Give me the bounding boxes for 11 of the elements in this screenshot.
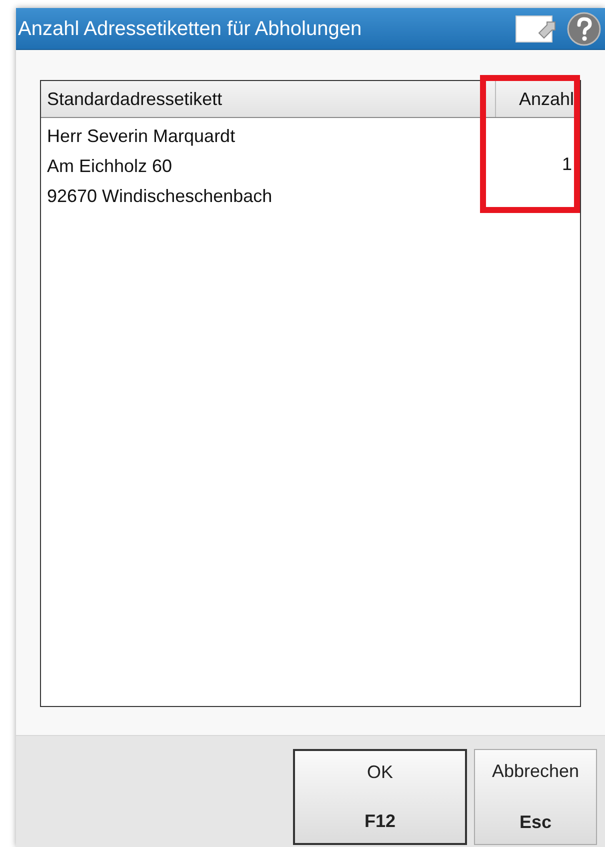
- address-line: 92670 Windischeschenbach: [47, 185, 274, 208]
- address-line: Am Eichholz 60: [47, 155, 174, 178]
- window-export-icon[interactable]: [515, 12, 557, 44]
- count-cell-text: 1: [562, 153, 572, 176]
- address-line: Herr Severin Marquardt: [47, 125, 236, 148]
- column-header[interactable]: Anzahl: [496, 81, 580, 117]
- ok-button[interactable]: OK F12: [293, 749, 467, 845]
- help-icon[interactable]: [567, 12, 601, 46]
- column-header[interactable]: Standardadressetikett: [41, 81, 496, 117]
- cancel-button[interactable]: Abbrechen Esc: [474, 749, 597, 845]
- window-title: Anzahl Adressetiketten für Abholungen: [18, 16, 362, 42]
